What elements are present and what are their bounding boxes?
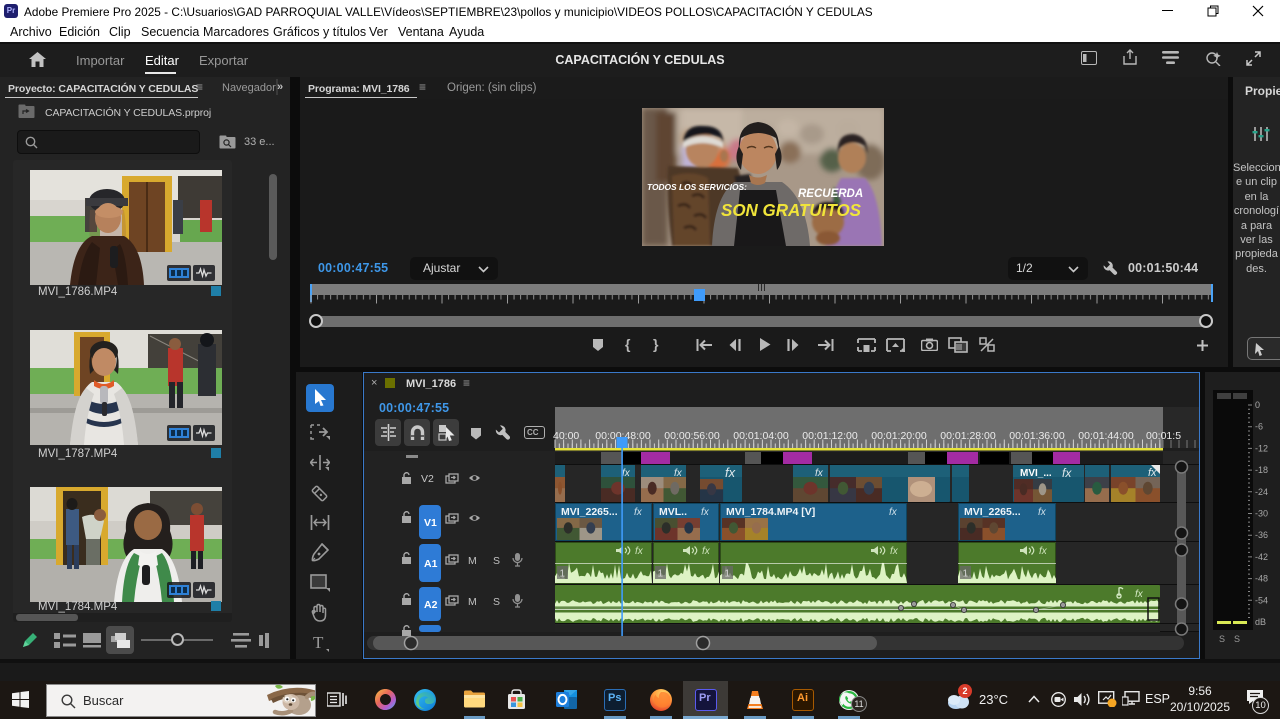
svg-text:00:01:5: 00:01:5 — [1146, 430, 1181, 442]
svg-text:-36: -36 — [1255, 530, 1268, 540]
svg-text:00:01:44:00: 00:01:44:00 — [1078, 430, 1134, 442]
svg-text:V2: V2 — [421, 473, 434, 485]
svg-text:fx: fx — [1038, 507, 1047, 518]
svg-text:dB: dB — [1255, 617, 1266, 627]
svg-text:MVI_2265...: MVI_2265... — [964, 506, 1021, 518]
svg-text:00:01:04:00: 00:01:04:00 — [733, 430, 789, 442]
svg-text:T: T — [313, 633, 324, 652]
svg-text:00:00:56:00: 00:00:56:00 — [664, 430, 720, 442]
svg-text:00:01:36:00: 00:01:36:00 — [1009, 430, 1065, 442]
svg-text:1: 1 — [560, 569, 566, 580]
svg-text:M: M — [468, 596, 477, 608]
svg-text:00:01:12:00: 00:01:12:00 — [802, 430, 858, 442]
svg-text:MVI_1784.MP4 [V]: MVI_1784.MP4 [V] — [726, 506, 815, 518]
svg-text:-42: -42 — [1255, 552, 1268, 562]
svg-text:A2: A2 — [424, 599, 438, 611]
svg-text:00:01:20:00: 00:01:20:00 — [871, 430, 927, 442]
svg-text:S: S — [493, 555, 500, 567]
svg-text:fx: fx — [725, 465, 736, 480]
svg-text:SON GRATUITOS: SON GRATUITOS — [721, 200, 861, 220]
svg-text:-6: -6 — [1255, 422, 1263, 432]
svg-text:-18: -18 — [1255, 465, 1268, 475]
svg-text:fx: fx — [674, 468, 683, 479]
svg-text:fx: fx — [1135, 589, 1144, 600]
svg-text:1: 1 — [658, 569, 664, 580]
svg-text:0: 0 — [1255, 400, 1260, 410]
svg-text:fx: fx — [701, 507, 710, 518]
svg-text:MVI_...: MVI_... — [1020, 468, 1052, 479]
svg-text:-24: -24 — [1255, 487, 1268, 497]
svg-text:fx: fx — [622, 468, 631, 479]
svg-text:S: S — [493, 596, 500, 608]
svg-text:1: 1 — [963, 569, 969, 580]
svg-text:fx: fx — [635, 546, 644, 557]
svg-text:A1: A1 — [424, 558, 438, 570]
svg-text:40:00: 40:00 — [553, 430, 579, 442]
svg-text:fx: fx — [1039, 546, 1048, 557]
svg-text:00:01:28:00: 00:01:28:00 — [940, 430, 996, 442]
svg-text:TODOS LOS SERVICIOS:: TODOS LOS SERVICIOS: — [647, 182, 747, 192]
svg-text:fx: fx — [890, 546, 899, 557]
svg-text:fx: fx — [702, 546, 711, 557]
svg-text:fx: fx — [1062, 466, 1072, 480]
svg-text:fx: fx — [634, 507, 643, 518]
svg-text:-30: -30 — [1255, 509, 1268, 519]
svg-text:1: 1 — [725, 569, 731, 580]
svg-text:-12: -12 — [1255, 443, 1268, 453]
svg-text:-54: -54 — [1255, 595, 1268, 605]
svg-text:RECUERDA: RECUERDA — [798, 188, 863, 200]
svg-text:-48: -48 — [1255, 574, 1268, 584]
svg-text:M: M — [468, 555, 477, 567]
svg-text:fx: fx — [889, 507, 898, 518]
svg-text:fx: fx — [815, 468, 824, 479]
svg-text:V1: V1 — [424, 517, 437, 529]
svg-text:MVL..: MVL.. — [659, 506, 687, 518]
svg-text:MVI_2265...: MVI_2265... — [561, 506, 618, 518]
